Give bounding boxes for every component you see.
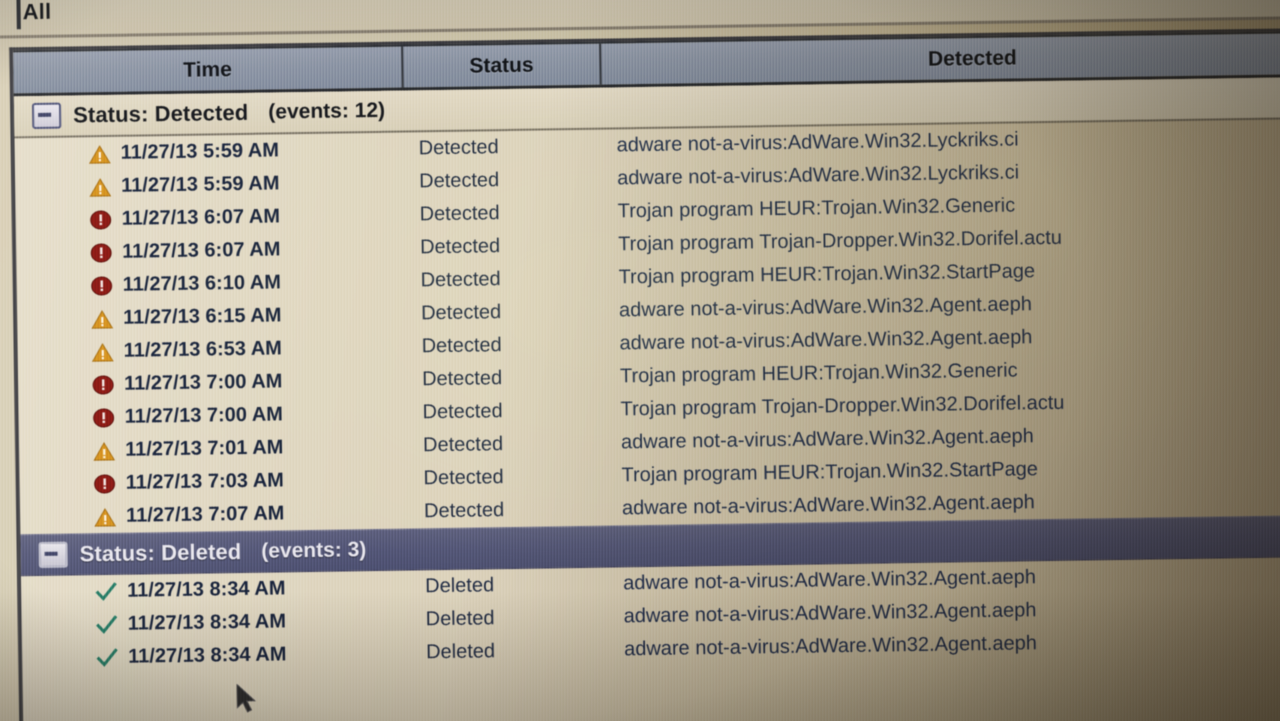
row-detected-name: Trojan program Trojan-Dropper.Win32.Dori… (620, 391, 1065, 421)
check-ok-icon (96, 613, 118, 635)
row-detected-name: adware not-a-virus:AdWare.Win32.Agent.ae… (621, 491, 1035, 520)
row-detected-name: adware not-a-virus:AdWare.Win32.Agent.ae… (620, 425, 1034, 454)
row-status: Detected (418, 169, 500, 193)
row-detected-name: adware not-a-virus:AdWare.Win32.Lyckriks… (616, 128, 1019, 157)
cell-time: 11/27/13 6:10 AM (17, 270, 407, 299)
row-time: 11/27/13 7:01 AM (124, 436, 284, 461)
photographed-screen: All Time Status Detected Status: Detecte… (0, 0, 1280, 721)
column-header-detected[interactable]: Detected (601, 33, 1280, 85)
row-status: Detected (419, 235, 501, 259)
warning-triangle-icon (94, 505, 117, 527)
column-header-time[interactable]: Time (13, 46, 404, 94)
cell-time: 11/27/13 7:00 AM (18, 369, 408, 398)
row-detected-name: Trojan program HEUR:Trojan.Win32.Generic (619, 359, 1018, 388)
row-status: Detected (423, 466, 504, 490)
row-time: 11/27/13 6:10 AM (122, 271, 282, 296)
row-detected-name: adware not-a-virus:AdWare.Win32.Agent.ae… (623, 632, 1038, 661)
row-status: Detected (420, 301, 502, 325)
error-circle-icon (92, 373, 114, 395)
cell-time: 11/27/13 5:59 AM (15, 138, 405, 167)
column-header-status[interactable]: Status (403, 43, 602, 88)
report-list-panel: Time Status Detected Status: Detected (ev… (9, 27, 1280, 721)
tab-all[interactable]: All (22, 0, 51, 25)
row-status: Detected (422, 400, 503, 424)
collapse-minus-icon[interactable] (31, 102, 62, 130)
row-time: 11/27/13 5:59 AM (120, 139, 280, 164)
warning-triangle-icon (88, 142, 111, 164)
collapse-minus-icon[interactable] (38, 541, 68, 569)
row-time: 11/27/13 8:34 AM (127, 577, 286, 602)
error-circle-icon (92, 406, 115, 428)
row-status: Detected (423, 499, 505, 523)
check-ok-icon (96, 646, 118, 668)
row-detected-name: Trojan program HEUR:Trojan.Win32.StartPa… (621, 458, 1039, 487)
cell-time: 11/27/13 6:07 AM (16, 204, 406, 233)
row-detected-name: Trojan program HEUR:Trojan.Win32.StartPa… (618, 260, 1036, 289)
error-circle-icon (93, 472, 116, 494)
warning-triangle-icon (93, 439, 116, 461)
row-time: 11/27/13 6:15 AM (122, 304, 282, 329)
cell-time: 11/27/13 7:00 AM (18, 402, 408, 431)
row-status: Deleted (425, 640, 496, 664)
row-status: Detected (418, 136, 499, 160)
error-circle-icon (90, 208, 112, 230)
cell-time: 11/27/13 8:34 AM (22, 641, 412, 670)
row-detected-name: adware not-a-virus:AdWare.Win32.Lyckriks… (616, 161, 1020, 190)
error-circle-icon (91, 274, 113, 296)
row-time: 11/27/13 8:34 AM (127, 610, 287, 635)
warning-triangle-icon (91, 340, 114, 362)
group-label: Status: Deleted (79, 539, 242, 567)
cell-time: 11/27/13 7:07 AM (20, 501, 410, 530)
cell-time: 11/27/13 7:03 AM (19, 468, 409, 497)
cell-time: 11/27/13 6:07 AM (16, 237, 406, 266)
cell-time: 11/27/13 5:59 AM (15, 171, 405, 200)
group-event-count: (events: 12) (268, 98, 386, 124)
cell-time: 11/27/13 7:01 AM (19, 435, 409, 464)
row-detected-name: Trojan program HEUR:Trojan.Win32.Generic (617, 194, 1016, 223)
row-detected-name: Trojan program Trojan-Dropper.Win32.Dori… (617, 226, 1063, 256)
cell-time: 11/27/13 8:34 AM (21, 575, 411, 604)
group-label: Status: Detected (72, 99, 249, 128)
tab-active-marker (16, 0, 21, 30)
row-time: 11/27/13 5:59 AM (121, 172, 280, 197)
cell-time: 11/27/13 6:15 AM (17, 303, 407, 332)
row-time: 11/27/13 6:53 AM (123, 337, 283, 362)
row-time: 11/27/13 7:07 AM (125, 502, 285, 527)
row-detected-name: adware not-a-virus:AdWare.Win32.Agent.ae… (618, 293, 1033, 322)
row-detected-name: adware not-a-virus:AdWare.Win32.Agent.ae… (622, 566, 1037, 595)
cell-time: 11/27/13 8:34 AM (22, 608, 412, 637)
row-detected-name: adware not-a-virus:AdWare.Win32.Agent.ae… (623, 599, 1037, 628)
warning-triangle-icon (89, 175, 112, 197)
row-detected-name: adware not-a-virus:AdWare.Win32.Agent.ae… (619, 326, 1033, 355)
row-status: Detected (420, 268, 501, 292)
error-circle-icon (90, 241, 112, 263)
row-time: 11/27/13 7:00 AM (123, 370, 283, 395)
row-time: 11/27/13 8:34 AM (128, 643, 287, 668)
row-status: Deleted (425, 574, 495, 598)
row-time: 11/27/13 6:07 AM (122, 238, 281, 263)
row-time: 11/27/13 6:07 AM (121, 205, 281, 230)
warning-triangle-icon (91, 307, 114, 329)
row-status: Deleted (425, 607, 495, 631)
check-ok-icon (95, 580, 117, 602)
group-event-count: (events: 3) (261, 538, 367, 563)
row-time: 11/27/13 7:03 AM (125, 469, 285, 494)
row-status: Detected (422, 433, 504, 457)
row-status: Detected (421, 367, 503, 391)
cell-time: 11/27/13 6:53 AM (17, 336, 407, 365)
row-status: Detected (419, 202, 500, 226)
row-time: 11/27/13 7:00 AM (124, 403, 284, 428)
row-status: Detected (421, 334, 502, 358)
